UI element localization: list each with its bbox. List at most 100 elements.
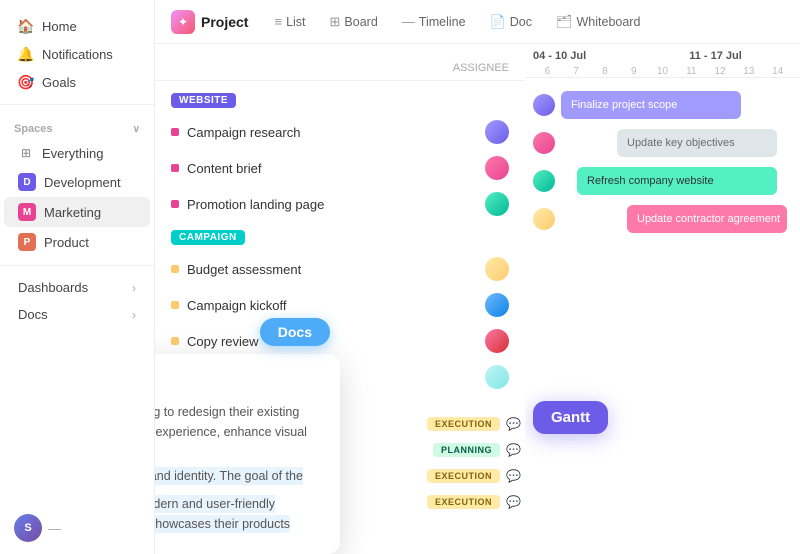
doc-icon: 📄 [490, 14, 506, 30]
notifications-icon: 🔔 [18, 46, 34, 62]
divider2 [0, 265, 154, 266]
tab-list[interactable]: ≡ List [264, 10, 315, 33]
home-icon: 🏠 [18, 18, 34, 34]
avatar [485, 120, 509, 144]
gantt-bar[interactable]: Update key objectives [617, 129, 777, 157]
day: 9 [619, 66, 648, 77]
week-label-2: 11 - 17 Jul [689, 50, 792, 62]
project-icon: ✦ [171, 10, 195, 34]
task-dot [171, 128, 179, 136]
goals-icon: 🎯 [18, 74, 34, 90]
sidebar-item-label: Notifications [42, 47, 113, 62]
gantt-panel: 04 - 10 Jul 11 - 17 Jul 6 7 8 9 10 11 12… [525, 44, 800, 554]
status-badge: PLANNING [433, 443, 500, 457]
gantt-body: Finalize project scope Update key object… [525, 78, 800, 246]
sidebar-item-development[interactable]: D Development [4, 167, 150, 197]
gantt-bar-row: Finalize project scope [529, 86, 796, 124]
avatar [533, 208, 555, 230]
spaces-chevron[interactable]: ∨ [133, 124, 140, 135]
day: 10 [648, 66, 677, 77]
docs-chevron: › [132, 308, 136, 322]
day: 8 [591, 66, 620, 77]
spaces-section: Spaces ∨ [0, 113, 154, 139]
assignee-header: ASSIGNEE [453, 62, 509, 74]
gantt-bar[interactable]: Refresh company website [577, 167, 777, 195]
sidebar-item-goals[interactable]: 🎯 Goals [4, 68, 150, 96]
day: 14 [763, 66, 792, 77]
timeline-icon: — [402, 14, 415, 29]
sidebar-item-label: Home [42, 19, 77, 34]
sidebar: 🏠 Home 🔔 Notifications 🎯 Goals Spaces ∨ … [0, 0, 155, 554]
board-icon: ⊞ [330, 14, 341, 30]
sidebar-item-product[interactable]: P Product [4, 227, 150, 257]
task-row[interactable]: Budget assessment [155, 251, 525, 287]
tab-board[interactable]: ⊞ Board [320, 10, 388, 34]
avatar [485, 156, 509, 180]
tab-doc[interactable]: 📄 Doc [480, 10, 542, 34]
sidebar-item-home[interactable]: 🏠 Home [4, 12, 150, 40]
section-campaign-label: CAMPAIGN [171, 230, 245, 245]
sidebar-item-label: Product [44, 235, 89, 250]
task-row[interactable]: Campaign research [155, 114, 525, 150]
avatar [485, 257, 509, 281]
docs-card-text: XYZ Company is seeking to redesign their… [155, 402, 320, 534]
gantt-bar[interactable]: Finalize project scope [561, 91, 741, 119]
task-name: Campaign research [187, 125, 300, 140]
everything-icon: ⊞ [18, 145, 34, 161]
docs-floating-badge: Docs [260, 318, 330, 346]
task-dot [171, 337, 179, 345]
tab-timeline[interactable]: — Timeline [392, 10, 476, 33]
day: 12 [706, 66, 735, 77]
gantt-tooltip: Gantt [533, 401, 608, 434]
whiteboard-icon: 🗂 [556, 14, 573, 30]
sidebar-item-label: Development [44, 175, 121, 190]
docs-label: Docs [18, 307, 48, 322]
sidebar-item-dashboards[interactable]: Dashboards › [4, 274, 150, 301]
section-website-label: WEBSITE [171, 93, 236, 108]
task-dot [171, 164, 179, 172]
marketing-dot: M [18, 203, 36, 221]
user-dash: — [48, 521, 61, 536]
sidebar-item-docs[interactable]: Docs › [4, 301, 150, 328]
gantt-bar-row: Refresh company website [529, 162, 796, 200]
avatar[interactable]: S [14, 514, 42, 542]
task-name: Budget assessment [187, 262, 301, 277]
tab-label: Board [344, 15, 377, 29]
task-row[interactable]: Promotion landing page [155, 186, 525, 222]
tab-whiteboard[interactable]: 🗂 Whiteboard [546, 10, 650, 34]
sidebar-item-label: Goals [42, 75, 76, 90]
task-dot [171, 200, 179, 208]
project-title: Project [201, 14, 248, 30]
top-nav: ✦ Project ≡ List ⊞ Board — Timeline 📄 Do… [155, 0, 800, 44]
sidebar-item-label: Everything [42, 146, 103, 161]
sidebar-bottom: S — [0, 514, 155, 542]
product-dot: P [18, 233, 36, 251]
task-dot [171, 301, 179, 309]
gantt-bar[interactable]: Update contractor agreement [627, 205, 787, 233]
sidebar-item-marketing[interactable]: M Marketing [4, 197, 150, 227]
avatar [533, 94, 555, 116]
status-badge: EXECUTION [427, 495, 500, 509]
docs-card-title: Content brief [155, 374, 320, 392]
gantt-bar-row: Update key objectives [529, 124, 796, 162]
avatar [485, 365, 509, 389]
list-icon: ≡ [274, 14, 282, 29]
avatar [485, 329, 509, 353]
sidebar-item-everything[interactable]: ⊞ Everything [4, 139, 150, 167]
day: 11 [677, 66, 706, 77]
tab-label: Whiteboard [577, 15, 641, 29]
day: 6 [533, 66, 562, 77]
status-badge: EXECUTION [427, 417, 500, 431]
sidebar-item-notifications[interactable]: 🔔 Notifications [4, 40, 150, 68]
tab-label: List [286, 15, 305, 29]
content-area: ASSIGNEE WEBSITE Campaign research Conte… [155, 44, 800, 554]
task-row[interactable]: Content brief [155, 150, 525, 186]
task-row[interactable]: Campaign kickoff [155, 287, 525, 323]
task-name: Content brief [187, 161, 261, 176]
dashboards-chevron: › [132, 281, 136, 295]
week-label-1: 04 - 10 Jul [533, 50, 687, 62]
task-name: Copy review [187, 334, 259, 349]
avatar [533, 132, 555, 154]
main-area: ✦ Project ≡ List ⊞ Board — Timeline 📄 Do… [155, 0, 800, 554]
task-name: Promotion landing page [187, 197, 324, 212]
